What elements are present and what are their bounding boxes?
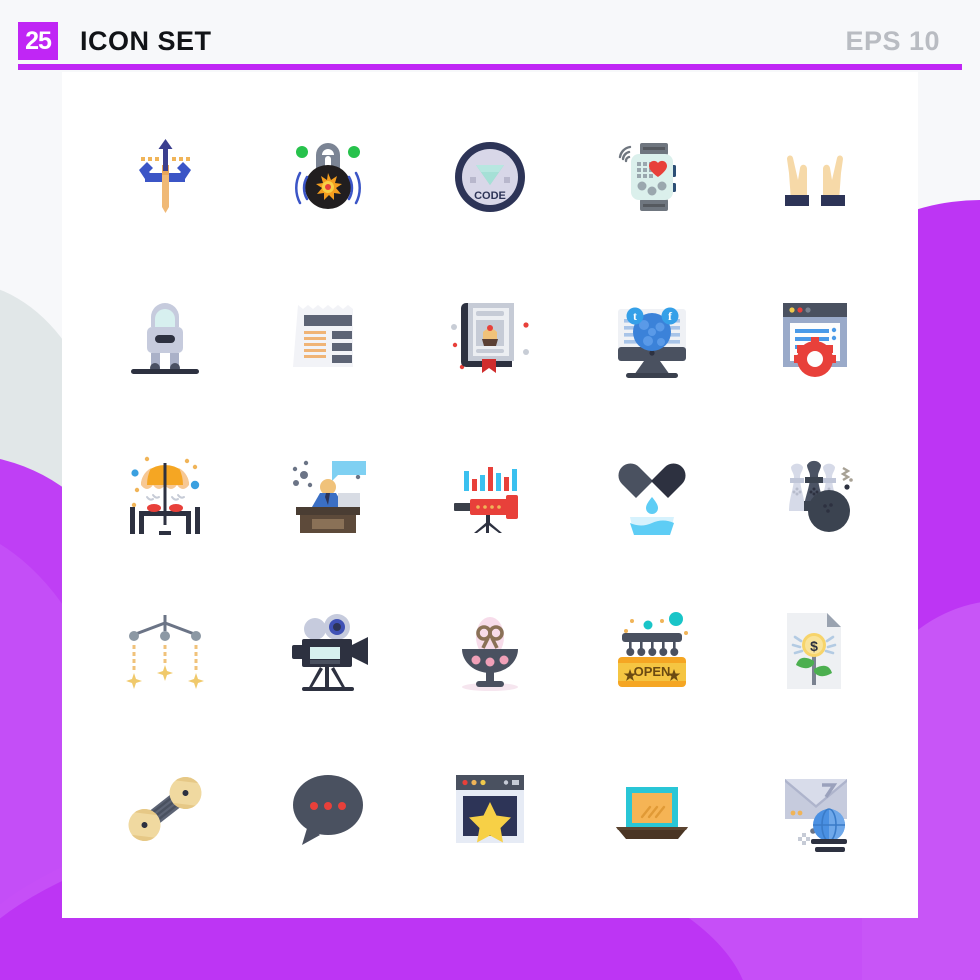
icon-cell-email-globe-network[interactable] [734,730,896,888]
icon-cell-laptop-computer[interactable] [571,730,733,888]
icon-cell-easter-egg-bowl[interactable] [409,572,571,730]
office-desk-consultant-icon [292,460,366,533]
icon-cell-open-shop-sign[interactable]: OPEN [571,572,733,730]
browser-favorite-star-icon [455,775,524,843]
icon-cell-social-media-monitor[interactable]: t f [571,256,733,414]
open-shop-sign-icon: OPEN [618,612,689,687]
icon-cell-movie-film-camera[interactable] [246,572,408,730]
telescope-analytics-icon [453,467,518,533]
icon-cell-patio-umbrella-table[interactable] [84,414,246,572]
invoice-receipt-document-icon [292,305,353,367]
icon-cell-invoice-receipt-document[interactable] [246,256,408,414]
code-badge-text: CODE [474,190,506,202]
social-media-monitor-icon: t f [618,307,687,378]
icon-cell-baby-crib-mobile[interactable] [84,572,246,730]
capsule-pill-liquid-icon [618,463,686,535]
open-sign-text: OPEN [634,664,671,679]
icon-cell-code-diamond-badge[interactable]: CODE [409,98,571,256]
smartwatch-heart-rate-icon [619,143,677,211]
icon-count-badge: 25 [18,22,58,60]
icon-cell-recipe-cookbook[interactable] [409,256,571,414]
screwdriver-wrench-tools-icon [139,139,192,213]
email-globe-network-icon [784,779,847,852]
icon-cell-robot-astronaut[interactable] [84,256,246,414]
icon-cell-chat-bubble-typing[interactable] [246,730,408,888]
movie-film-camera-icon [291,614,368,691]
icon-cell-bowling-pins-ball[interactable] [734,414,896,572]
bowling-pins-ball-icon [788,460,853,532]
dollar-sign-text: $ [810,638,818,654]
icon-cell-office-desk-consultant[interactable] [246,414,408,572]
open-hands-giving-icon [784,155,845,206]
icon-cell-browser-favorite-star[interactable] [409,730,571,888]
header-divider-rule [18,64,962,70]
icon-cell-padlock-virus-security[interactable] [246,98,408,256]
icon-cell-dumbbell-weights[interactable] [84,730,246,888]
chat-bubble-typing-icon [292,775,363,845]
padlock-virus-security-icon [294,143,361,209]
laptop-computer-icon [616,787,689,839]
icon-grid: CODE t f OPEN $ [62,72,918,918]
poster-header: 25 ICON SET EPS 10 [0,0,980,72]
tumblr-badge-text: t [633,309,637,323]
icon-cell-smartwatch-heart-rate[interactable] [571,98,733,256]
robot-astronaut-icon [131,303,200,374]
icon-cell-capsule-pill-liquid[interactable] [571,414,733,572]
recipe-cookbook-icon [450,303,529,373]
poster-stage: 25 ICON SET EPS 10 CODE t f OPEN $ [0,0,980,980]
eps-version-label: EPS 10 [845,26,940,56]
baby-crib-mobile-icon [126,615,205,689]
icon-cell-money-plant-document[interactable]: $ [734,572,896,730]
icon-canvas: CODE t f OPEN $ [62,72,918,918]
money-plant-document-icon: $ [786,613,841,689]
icon-cell-browser-settings-gear[interactable] [734,256,896,414]
dumbbell-weights-icon [128,776,202,842]
code-diamond-badge-icon: CODE [454,142,525,212]
patio-umbrella-table-icon [130,456,201,535]
browser-settings-gear-icon [782,303,847,377]
icon-cell-screwdriver-wrench-tools[interactable] [84,98,246,256]
icon-cell-open-hands-giving[interactable] [734,98,896,256]
easter-egg-bowl-icon [461,617,518,691]
page-title: ICON SET [80,26,212,56]
icon-cell-telescope-analytics[interactable] [409,414,571,572]
